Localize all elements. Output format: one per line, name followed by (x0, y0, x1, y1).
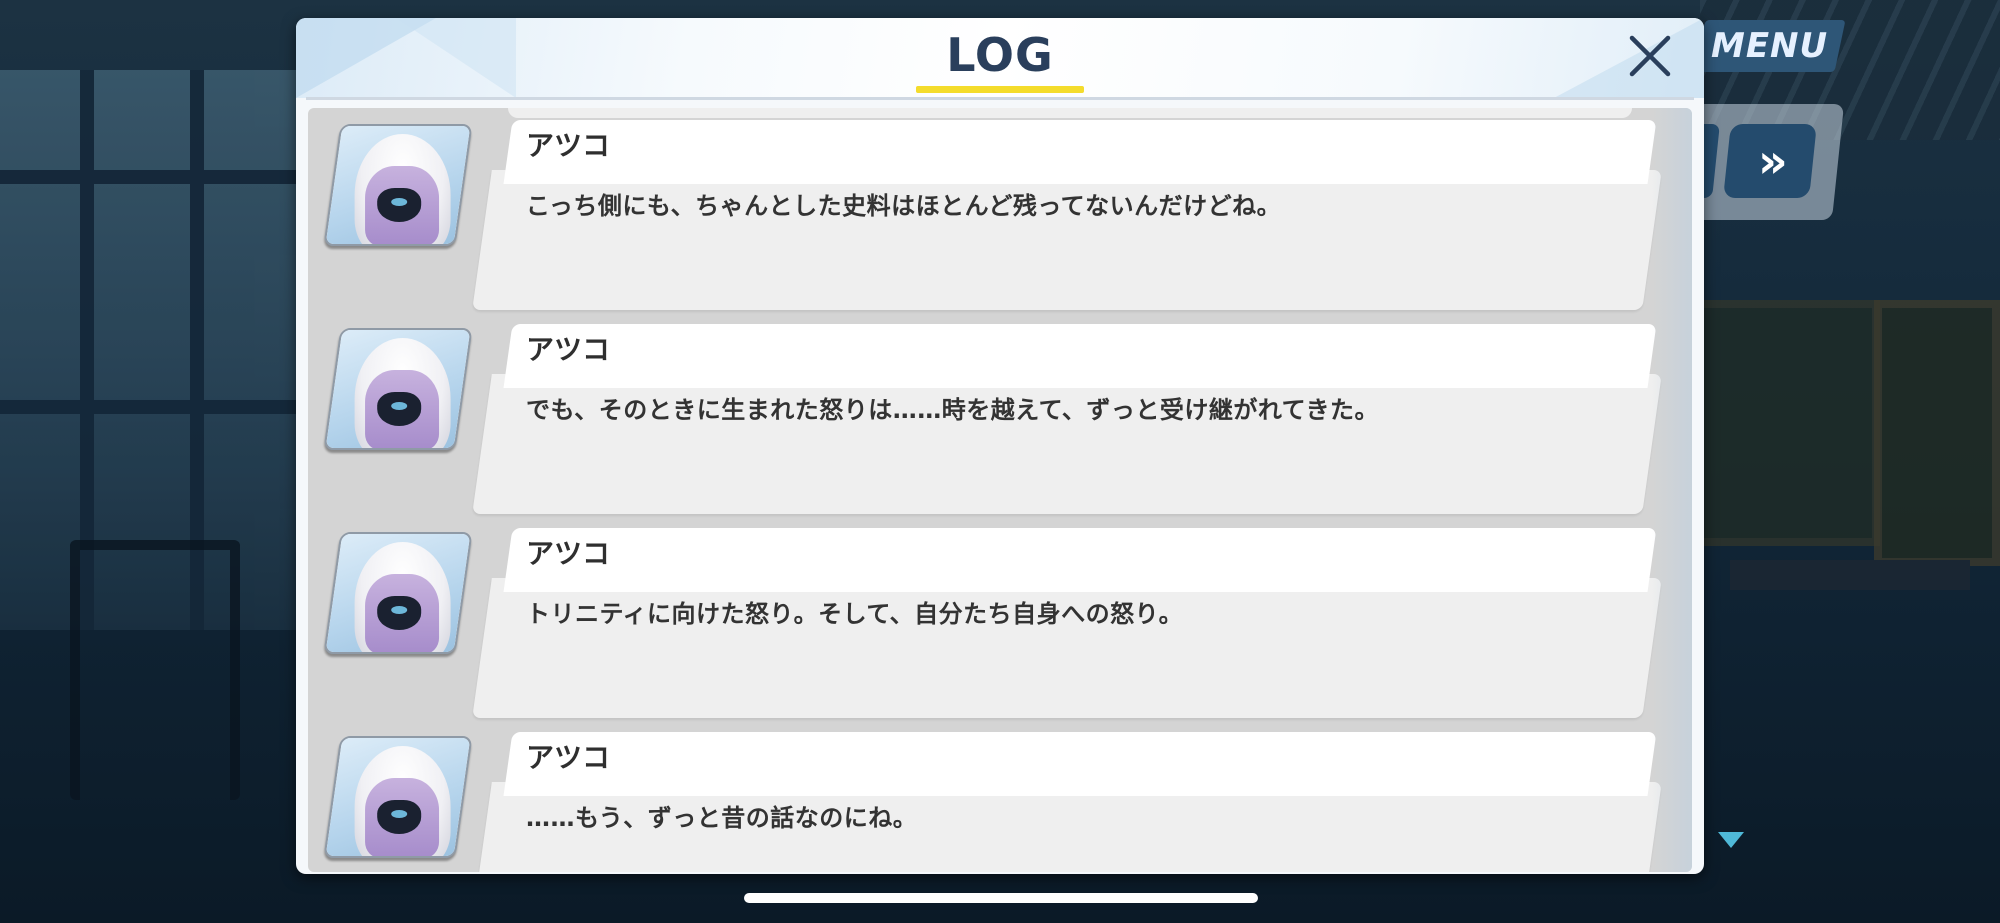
speaker-name: アツコ (526, 537, 611, 570)
speaker-name: アツコ (526, 129, 611, 162)
header-divider (306, 97, 1694, 100)
menu-button-label: MENU (1711, 26, 1829, 66)
message-text: こっち側にも、ちゃんとした史料はほとんど残ってないんだけどね。 (526, 192, 1282, 220)
speaker-portrait (323, 532, 473, 654)
message-text: トリニティに向けた怒り。そして、自分たち自身への怒り。 (526, 600, 1184, 628)
scroll-shade (1652, 108, 1692, 872)
speaker-portrait (323, 328, 473, 450)
chair-silhouette (70, 540, 240, 800)
chalkboard (1694, 300, 1880, 546)
speaker-portrait (323, 124, 473, 246)
log-dialog: LOG アツコ こっち側にも、ちゃんとした史料はほとんど残ってないんだけどね。 (296, 18, 1704, 874)
previous-entry-edge (508, 108, 1632, 118)
close-button[interactable] (1622, 28, 1678, 84)
speaker-name-tab (503, 732, 1657, 796)
menu-button[interactable]: MENU (1694, 20, 1846, 72)
speaker-name-tab (503, 324, 1657, 388)
speaker-name: アツコ (526, 333, 611, 366)
next-indicator-icon (1718, 832, 1744, 848)
fast-forward-icon: » (1758, 134, 1782, 188)
chalkboard-right (1874, 300, 2000, 566)
close-icon (1629, 35, 1671, 77)
speaker-name-tab (503, 120, 1657, 184)
fast-forward-button[interactable]: » (1723, 124, 1817, 198)
speaker-portrait (323, 736, 473, 858)
log-scroll-area[interactable]: アツコ こっち側にも、ちゃんとした史料はほとんど残ってないんだけどね。 アツコ … (308, 108, 1692, 872)
speaker-name-tab (503, 528, 1657, 592)
message-text: でも、そのときに生まれた怒りは……時を越えて、ずっと受け継がれてきた。 (526, 396, 1379, 424)
desk-silhouette (1730, 560, 1970, 590)
log-entry: アツコ ……もう、ずっと昔の話なのにね。 (308, 732, 1692, 872)
message-text: ……もう、ずっと昔の話なのにね。 (526, 804, 918, 832)
log-entry: アツコ トリニティに向けた怒り。そして、自分たち自身への怒り。 (308, 528, 1692, 718)
log-dialog-title: LOG (946, 28, 1054, 82)
log-entry: アツコ こっち側にも、ちゃんとした史料はほとんど残ってないんだけどね。 (308, 120, 1692, 310)
speaker-name: アツコ (526, 741, 611, 774)
log-dialog-header: LOG (296, 18, 1704, 98)
home-indicator[interactable] (744, 893, 1258, 903)
title-underline (916, 86, 1084, 93)
log-entry: アツコ でも、そのときに生まれた怒りは……時を越えて、ずっと受け継がれてきた。 (308, 324, 1692, 514)
